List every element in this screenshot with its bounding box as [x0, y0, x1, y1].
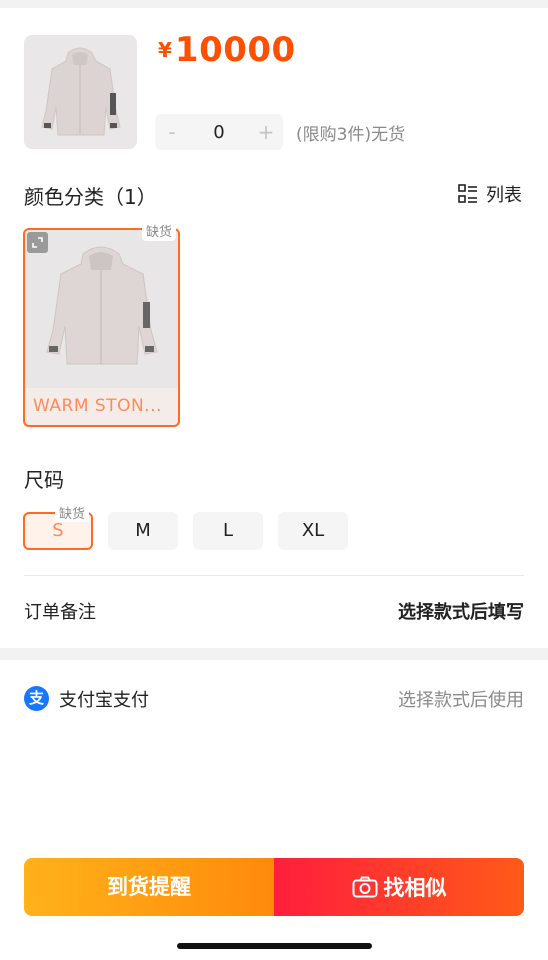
- out-of-stock-badge: 缺货: [142, 220, 177, 241]
- jacket-image: [46, 246, 158, 365]
- color-section-title: 颜色分类（1）: [24, 185, 157, 209]
- size-section-title: 尺码: [24, 468, 64, 492]
- size-option-xl[interactable]: XL: [278, 512, 348, 550]
- list-view-icon: [458, 184, 477, 203]
- decrement-button[interactable]: -: [155, 120, 189, 144]
- bottom-action-bar: 到货提醒 找相似: [24, 858, 524, 916]
- quantity-stepper: - 0 +: [155, 114, 283, 150]
- order-note-label: 订单备注: [24, 602, 96, 623]
- home-indicator: [177, 943, 372, 949]
- color-option-label: WARM STON...: [33, 396, 162, 416]
- top-separator: [0, 0, 548, 8]
- product-thumbnail[interactable]: [24, 35, 137, 149]
- jacket-image: [41, 47, 121, 136]
- size-out-of-stock-badge: 缺货: [55, 503, 90, 522]
- color-option-image: [25, 230, 178, 388]
- section-separator: [0, 648, 548, 660]
- restock-notify-button[interactable]: 到货提醒: [24, 858, 274, 916]
- currency-symbol: ¥: [158, 38, 172, 62]
- color-option-card[interactable]: WARM STON...: [23, 228, 180, 427]
- purchase-limit-text: (限购3件)无货: [296, 125, 406, 145]
- alipay-icon: 支: [24, 686, 49, 711]
- find-similar-label: 找相似: [383, 876, 447, 900]
- camera-icon: [352, 876, 377, 898]
- list-view-label: 列表: [486, 185, 522, 206]
- size-option-m[interactable]: M: [108, 512, 178, 550]
- list-view-toggle[interactable]: 列表: [458, 181, 522, 207]
- quantity-value[interactable]: 0: [189, 122, 249, 143]
- size-option-l[interactable]: L: [193, 512, 263, 550]
- price-value: 10000: [174, 30, 296, 70]
- divider: [24, 575, 524, 576]
- expand-arrows: [32, 237, 43, 248]
- payment-hint: 选择款式后使用: [398, 690, 524, 711]
- payment-method-label[interactable]: 支付宝支付: [59, 686, 149, 712]
- find-similar-button[interactable]: 找相似: [274, 858, 524, 916]
- order-note-value[interactable]: 选择款式后填写: [398, 598, 524, 624]
- increment-button[interactable]: +: [249, 120, 283, 144]
- price: ¥10000: [158, 30, 296, 70]
- expand-icon[interactable]: [27, 232, 48, 253]
